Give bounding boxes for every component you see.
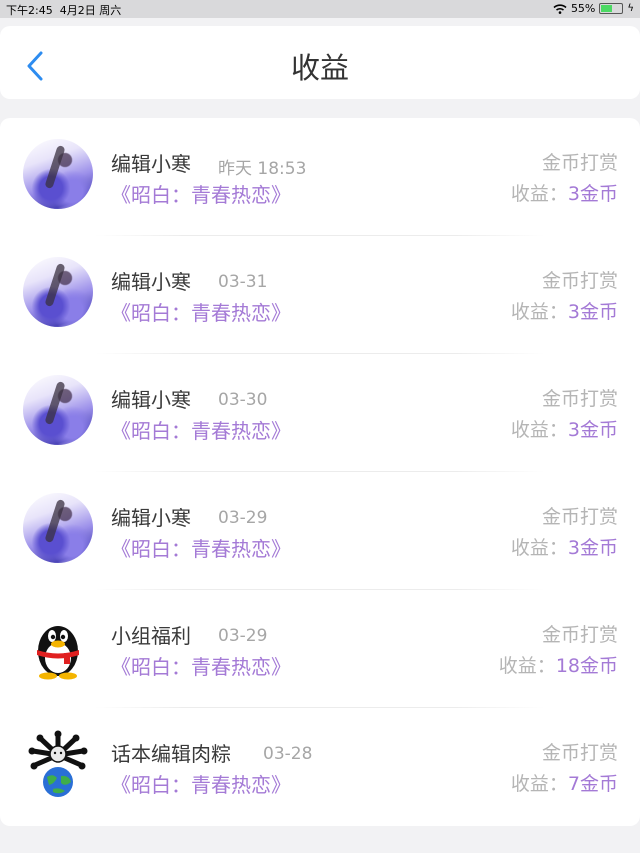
income-type: 金币打赏: [541, 506, 618, 528]
page-title: 收益: [290, 51, 349, 85]
income-type: 金币打赏: [541, 388, 618, 410]
battery-icon: [599, 3, 624, 14]
sender-name: 编辑小寒: [111, 506, 191, 530]
avatar: [23, 139, 93, 209]
navigation-bar: 收益: [0, 26, 640, 99]
item-time: 03-31: [218, 272, 268, 292]
work-title: 《昭白：青春热恋》: [111, 655, 291, 679]
list-item[interactable]: 编辑小寒 03-29 《昭白：青春热恋》 金币打赏 收益：3金币: [0, 472, 640, 590]
work-title: 《昭白：青春热恋》: [111, 183, 291, 207]
item-time: 03-29: [218, 626, 268, 646]
income-value: 收益：3金币: [510, 183, 618, 205]
list-item[interactable]: 小组福利 03-29 《昭白：青春热恋》 金币打赏 收益：18金币: [0, 590, 640, 708]
item-time: 昨天 18:53: [218, 159, 307, 179]
work-title: 《昭白：青春热恋》: [111, 537, 291, 561]
list-item[interactable]: 话本编辑肉粽 03-28 《昭白：青春热恋》 金币打赏 收益：7金币: [0, 708, 640, 826]
status-bar: 下午2:45 4月2日 周六 55% ϟ: [0, 0, 640, 18]
income-value: 收益：7金币: [510, 773, 618, 795]
avatar: [23, 375, 93, 445]
income-value: 收益：18金币: [498, 655, 618, 677]
income-type: 金币打赏: [541, 152, 618, 174]
work-title: 《昭白：青春热恋》: [111, 419, 291, 443]
income-type: 金币打赏: [541, 624, 618, 646]
item-time: 03-29: [218, 508, 268, 528]
item-time: 03-28: [263, 744, 313, 764]
sender-name: 小组福利: [111, 624, 191, 648]
income-value: 收益：3金币: [510, 301, 618, 323]
sender-name: 编辑小寒: [111, 388, 191, 412]
status-date: 4月2日 周六: [59, 4, 122, 17]
sender-name: 编辑小寒: [111, 270, 191, 294]
income-type: 金币打赏: [541, 742, 618, 764]
sender-name: 话本编辑肉粽: [111, 742, 231, 766]
avatar: [23, 257, 93, 327]
penguin-avatar: [37, 626, 79, 680]
work-title: 《昭白：青春热恋》: [111, 773, 291, 797]
item-time: 03-30: [218, 390, 268, 410]
income-type: 金币打赏: [541, 270, 618, 292]
list-item[interactable]: 编辑小寒 03-31 《昭白：青春热恋》 金币打赏 收益：3金币: [0, 236, 640, 354]
globe-octopus-avatar: [28, 730, 88, 797]
status-time: 下午2:45: [6, 4, 53, 17]
wifi-icon: [553, 3, 567, 14]
list-item[interactable]: 编辑小寒 昨天 18:53 《昭白：青春热恋》 金币打赏 收益：3金币: [0, 118, 640, 236]
work-title: 《昭白：青春热恋》: [111, 301, 291, 325]
list-item[interactable]: 编辑小寒 03-30 《昭白：青春热恋》 金币打赏 收益：3金币: [0, 354, 640, 472]
income-value: 收益：3金币: [510, 419, 618, 441]
avatar: [23, 493, 93, 563]
sender-name: 编辑小寒: [111, 152, 191, 176]
charging-icon: ϟ: [627, 3, 634, 14]
income-value: 收益：3金币: [510, 537, 618, 559]
battery-percent: 55%: [570, 2, 596, 15]
earnings-list: 编辑小寒 昨天 18:53 《昭白：青春热恋》 金币打赏 收益：3金币 编辑小寒…: [0, 118, 640, 826]
